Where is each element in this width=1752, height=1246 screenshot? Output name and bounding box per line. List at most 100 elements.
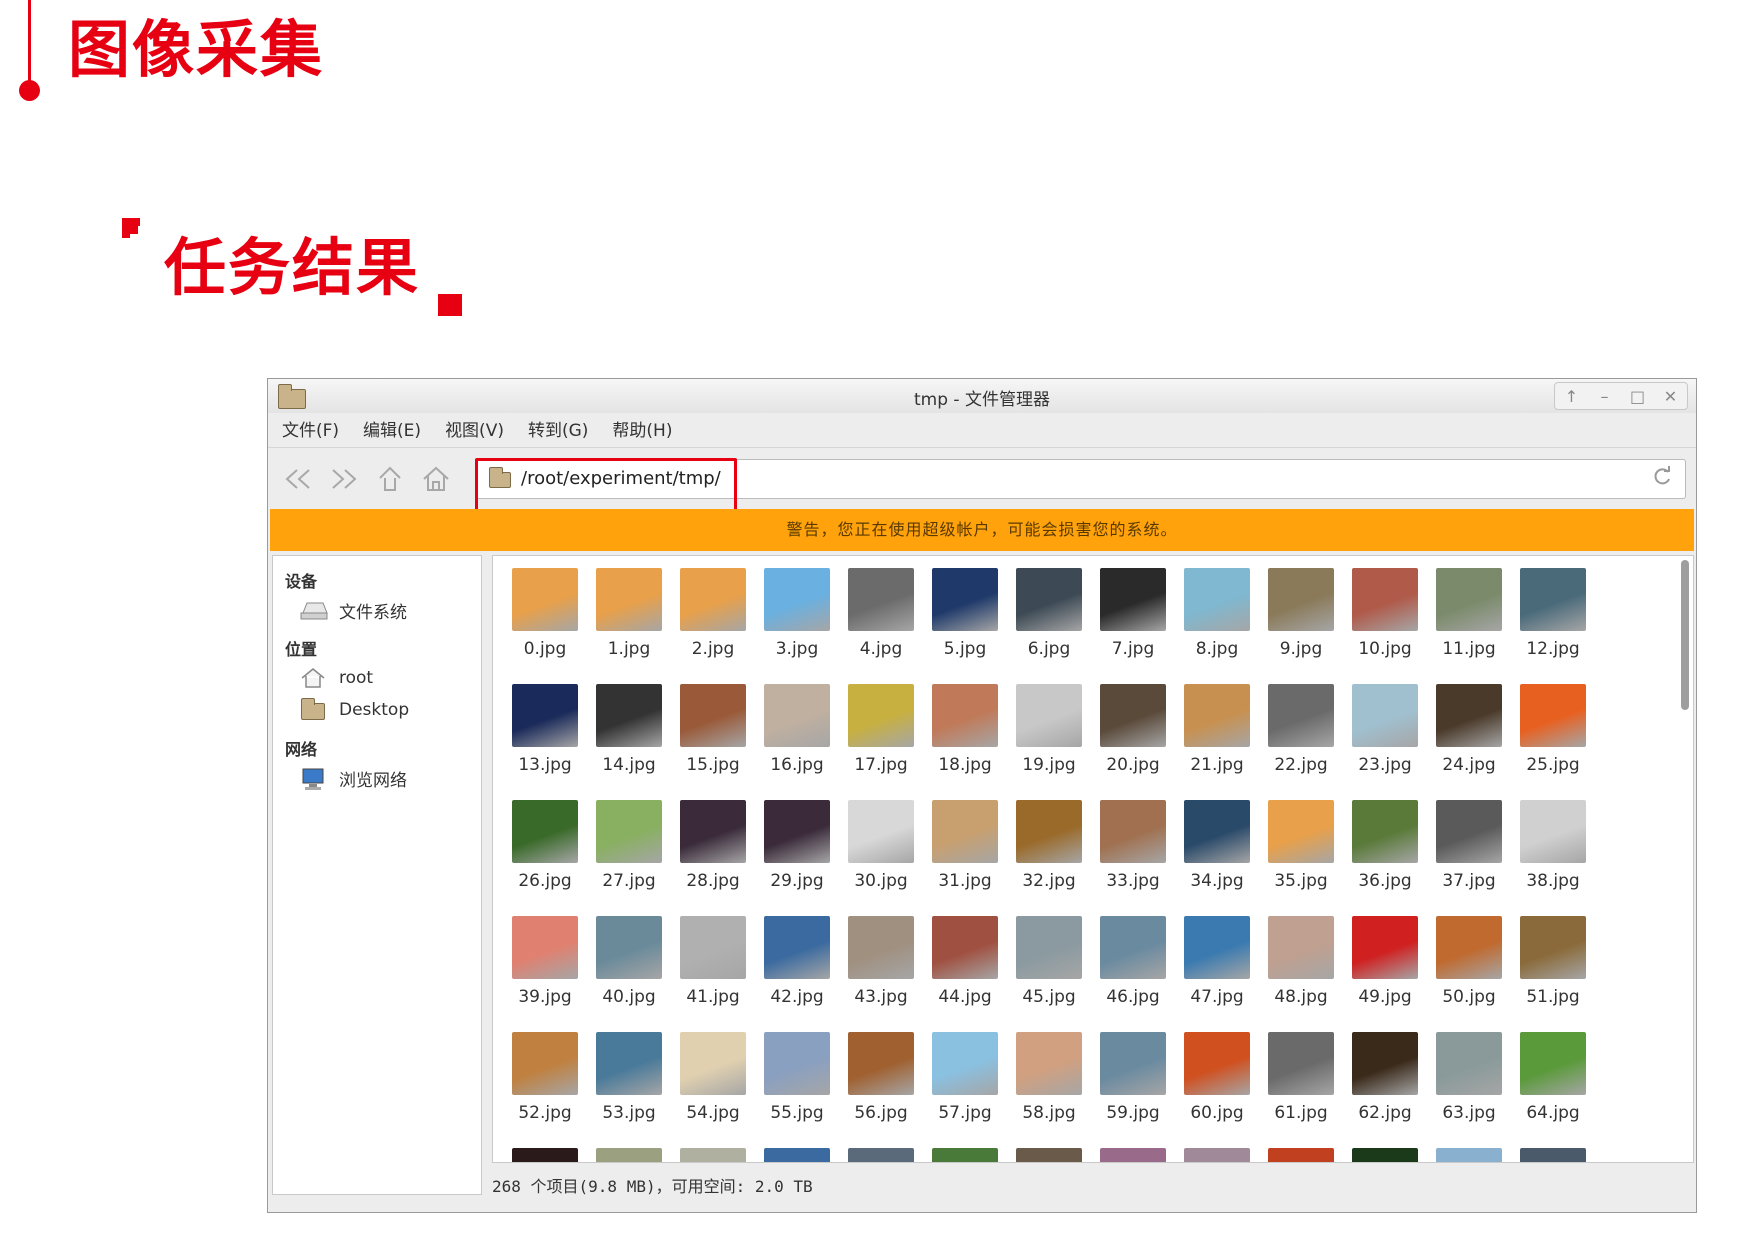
file-item[interactable]	[1007, 1148, 1091, 1162]
file-item[interactable]: 50.jpg	[1427, 916, 1511, 1007]
file-item[interactable]: 7.jpg	[1091, 568, 1175, 659]
menu-file[interactable]: 文件(F)	[282, 416, 339, 446]
file-item[interactable]: 9.jpg	[1259, 568, 1343, 659]
file-item[interactable]: 28.jpg	[671, 800, 755, 891]
file-item[interactable]: 48.jpg	[1259, 916, 1343, 1007]
file-item[interactable]: 10.jpg	[1343, 568, 1427, 659]
file-item[interactable]: 42.jpg	[755, 916, 839, 1007]
file-item[interactable]: 51.jpg	[1511, 916, 1595, 1007]
file-item[interactable]: 62.jpg	[1343, 1032, 1427, 1123]
menu-help[interactable]: 帮助(H)	[612, 416, 672, 446]
file-item[interactable]: 3.jpg	[755, 568, 839, 659]
menu-edit[interactable]: 编辑(E)	[363, 416, 421, 446]
file-item[interactable]: 37.jpg	[1427, 800, 1511, 891]
file-item[interactable]: 63.jpg	[1427, 1032, 1511, 1123]
file-item[interactable]: 18.jpg	[923, 684, 1007, 775]
file-item[interactable]: 52.jpg	[503, 1032, 587, 1123]
file-item[interactable]: 58.jpg	[1007, 1032, 1091, 1123]
menu-view[interactable]: 视图(V)	[445, 416, 504, 446]
file-item[interactable]: 13.jpg	[503, 684, 587, 775]
sidebar-item-root[interactable]: root	[299, 664, 373, 692]
file-item[interactable]: 38.jpg	[1511, 800, 1595, 891]
file-item[interactable]: 49.jpg	[1343, 916, 1427, 1007]
file-item[interactable]: 6.jpg	[1007, 568, 1091, 659]
sidebar-item-filesystem[interactable]: 文件系统	[299, 596, 407, 624]
file-item[interactable]: 36.jpg	[1343, 800, 1427, 891]
file-item[interactable]: 59.jpg	[1091, 1032, 1175, 1123]
sidebar-item-browse-network[interactable]: 浏览网络	[299, 764, 407, 792]
file-item[interactable]	[1427, 1148, 1511, 1162]
file-item[interactable]	[755, 1148, 839, 1162]
file-item[interactable]: 1.jpg	[587, 568, 671, 659]
file-item[interactable]	[503, 1148, 587, 1162]
sidebar-item-desktop[interactable]: Desktop	[299, 696, 409, 724]
file-item[interactable]	[1511, 1148, 1595, 1162]
file-item[interactable]: 12.jpg	[1511, 568, 1595, 659]
file-item[interactable]: 55.jpg	[755, 1032, 839, 1123]
file-item[interactable]: 0.jpg	[503, 568, 587, 659]
maximize-icon[interactable]: □	[1627, 387, 1649, 406]
file-item[interactable]: 23.jpg	[1343, 684, 1427, 775]
file-item[interactable]: 15.jpg	[671, 684, 755, 775]
file-item[interactable]: 39.jpg	[503, 916, 587, 1007]
reload-icon[interactable]	[1651, 466, 1673, 494]
file-item[interactable]: 44.jpg	[923, 916, 1007, 1007]
file-item[interactable]: 21.jpg	[1175, 684, 1259, 775]
file-item[interactable]: 22.jpg	[1259, 684, 1343, 775]
file-item[interactable]: 8.jpg	[1175, 568, 1259, 659]
file-item[interactable]: 16.jpg	[755, 684, 839, 775]
file-item[interactable]: 19.jpg	[1007, 684, 1091, 775]
file-item[interactable]: 17.jpg	[839, 684, 923, 775]
file-item[interactable]: 27.jpg	[587, 800, 671, 891]
file-item[interactable]	[923, 1148, 1007, 1162]
home-icon[interactable]	[418, 464, 454, 494]
file-item[interactable]	[1091, 1148, 1175, 1162]
forward-icon[interactable]	[326, 464, 362, 494]
file-item[interactable]: 43.jpg	[839, 916, 923, 1007]
file-item[interactable]: 53.jpg	[587, 1032, 671, 1123]
file-item[interactable]: 29.jpg	[755, 800, 839, 891]
file-item[interactable]: 2.jpg	[671, 568, 755, 659]
file-item[interactable]: 14.jpg	[587, 684, 671, 775]
file-item[interactable]: 56.jpg	[839, 1032, 923, 1123]
back-icon[interactable]	[280, 464, 316, 494]
file-item[interactable]: 31.jpg	[923, 800, 1007, 891]
file-item[interactable]	[1343, 1148, 1427, 1162]
file-item[interactable]: 32.jpg	[1007, 800, 1091, 891]
minimize-icon[interactable]: –	[1594, 387, 1616, 406]
file-view[interactable]: 0.jpg 1.jpg 2.jpg 3.jpg 4.jpg 5.jpg 6.jpg 7.jpg…	[492, 555, 1694, 1163]
file-item[interactable]: 47.jpg	[1175, 916, 1259, 1007]
file-item[interactable]: 33.jpg	[1091, 800, 1175, 891]
file-item[interactable]: 11.jpg	[1427, 568, 1511, 659]
shade-icon[interactable]: ↑	[1561, 387, 1583, 406]
image-thumbnail	[1184, 800, 1250, 863]
file-item[interactable]	[587, 1148, 671, 1162]
file-item[interactable]: 5.jpg	[923, 568, 1007, 659]
file-item[interactable]	[1175, 1148, 1259, 1162]
file-item[interactable]	[1259, 1148, 1343, 1162]
file-item[interactable]: 35.jpg	[1259, 800, 1343, 891]
file-item[interactable]: 26.jpg	[503, 800, 587, 891]
file-item[interactable]: 60.jpg	[1175, 1032, 1259, 1123]
file-item[interactable]: 64.jpg	[1511, 1032, 1595, 1123]
title-bar[interactable]: tmp - 文件管理器 ↑ – □ ✕	[268, 379, 1696, 413]
file-item[interactable]: 30.jpg	[839, 800, 923, 891]
file-item[interactable]: 34.jpg	[1175, 800, 1259, 891]
vertical-scrollbar[interactable]	[1681, 560, 1689, 710]
file-item[interactable]: 54.jpg	[671, 1032, 755, 1123]
file-item[interactable]: 61.jpg	[1259, 1032, 1343, 1123]
file-item[interactable]: 20.jpg	[1091, 684, 1175, 775]
close-icon[interactable]: ✕	[1660, 387, 1682, 406]
file-item[interactable]: 24.jpg	[1427, 684, 1511, 775]
file-item[interactable]	[671, 1148, 755, 1162]
up-icon[interactable]	[372, 464, 408, 494]
file-item[interactable]: 45.jpg	[1007, 916, 1091, 1007]
file-item[interactable]	[839, 1148, 923, 1162]
menu-go[interactable]: 转到(G)	[528, 416, 588, 446]
file-item[interactable]: 41.jpg	[671, 916, 755, 1007]
file-item[interactable]: 4.jpg	[839, 568, 923, 659]
file-item[interactable]: 57.jpg	[923, 1032, 1007, 1123]
file-item[interactable]: 46.jpg	[1091, 916, 1175, 1007]
file-item[interactable]: 25.jpg	[1511, 684, 1595, 775]
file-item[interactable]: 40.jpg	[587, 916, 671, 1007]
